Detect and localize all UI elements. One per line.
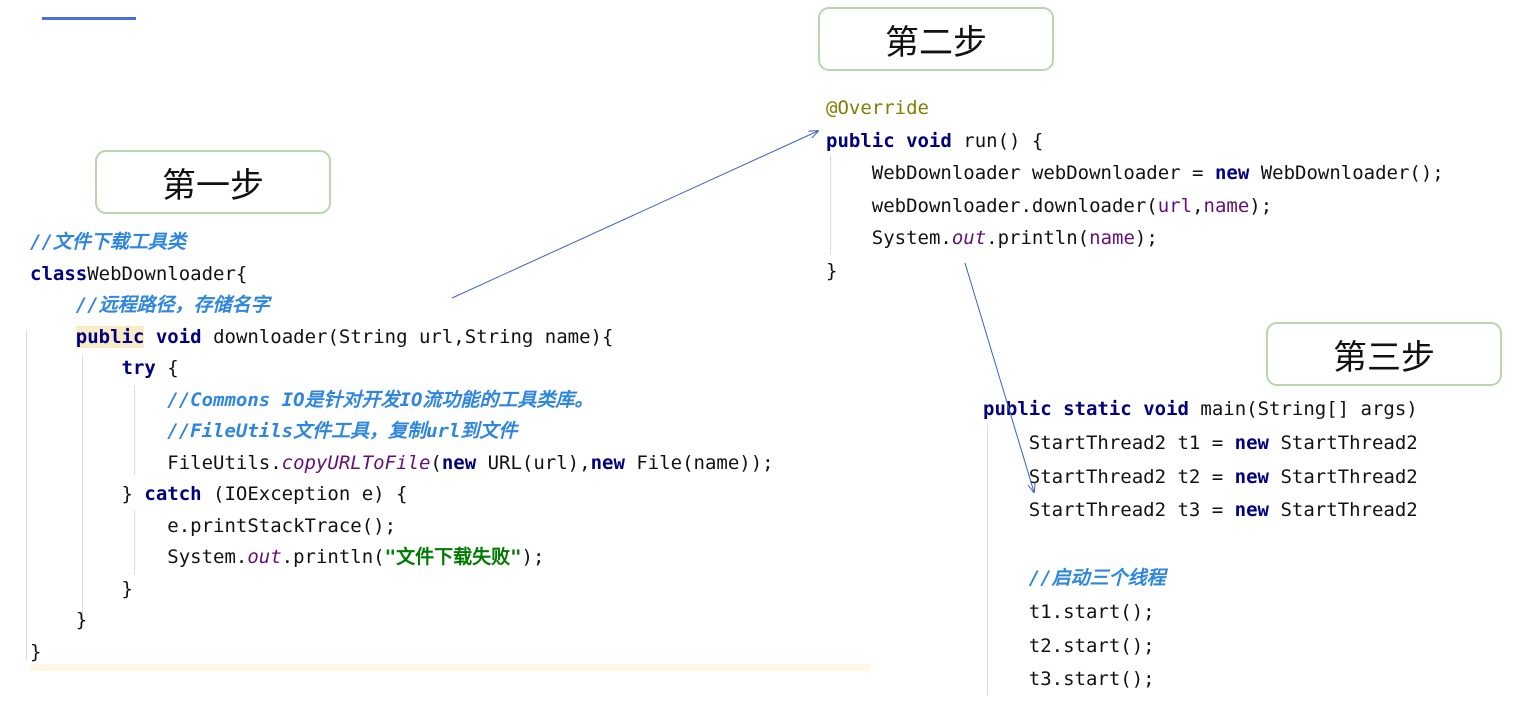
arrows [451,0,1530,725]
arrow-step1-to-step2 [451,131,818,299]
arrow-step2-to-step3 [964,262,1034,492]
